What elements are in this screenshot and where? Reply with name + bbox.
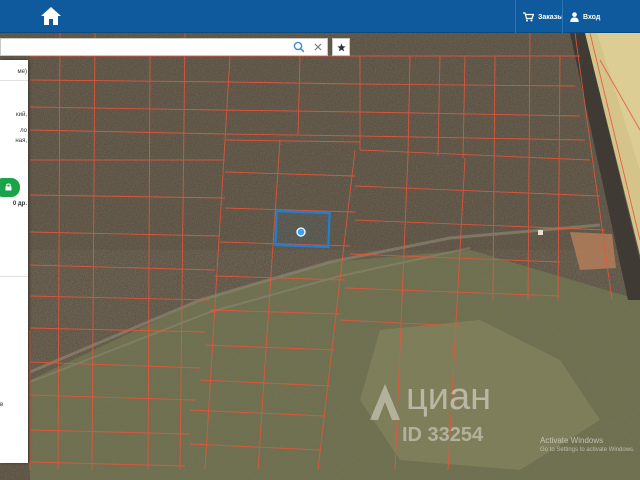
panel-text-fragment: в [0,402,4,408]
plot-marker-icon[interactable] [296,227,306,237]
cart-icon [523,12,534,22]
panel-text-fragment: ме) [17,69,27,75]
user-icon [570,12,579,22]
nav-divider [515,0,516,33]
home-icon[interactable] [40,6,62,26]
search-bar [0,38,328,56]
search-input[interactable] [5,41,285,54]
close-icon[interactable] [312,41,324,53]
search-icon[interactable] [293,41,305,53]
orders-label: Заказы [538,13,564,21]
panel-text-fragment: 0 др. [12,201,27,207]
login-button[interactable]: Вход [570,8,600,26]
panel-divider [0,276,28,277]
favorite-button[interactable] [332,38,350,56]
panel-text-fragment: кий, [16,112,27,118]
activation-notice-title: Activate Windows [540,436,604,445]
plot-info-panel: ме) кий, ло ная, 0 др. в [0,60,28,463]
nav-divider [562,0,563,33]
panel-divider [0,80,28,81]
building-marker [538,230,543,235]
star-icon [336,42,346,51]
top-navigation-bar: Заказы Вход [0,0,640,33]
panel-text-fragment: ло [20,128,27,134]
login-label: Вход [583,13,601,21]
lock-icon [5,183,12,191]
contact-button[interactable] [0,178,20,197]
panel-text-fragment: ная, [15,138,27,144]
cadastral-map[interactable] [0,33,640,480]
orders-button[interactable]: Заказы [523,8,563,26]
activation-notice-text: Go to Settings to activate Windows. [540,447,635,453]
